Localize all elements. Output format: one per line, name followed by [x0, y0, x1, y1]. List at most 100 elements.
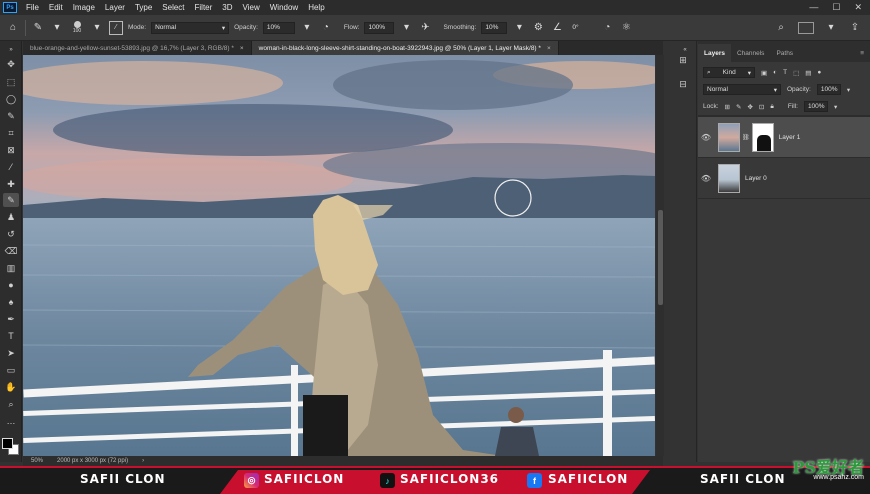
menu-layer[interactable]: Layer: [100, 3, 130, 12]
symmetry-icon[interactable]: ⚛: [619, 21, 633, 35]
filter-toggle-icon[interactable]: ●: [817, 69, 821, 76]
layer-thumbnail[interactable]: [718, 163, 740, 193]
brush-settings-icon[interactable]: ⁄: [109, 20, 123, 35]
share-icon[interactable]: ⇪: [848, 21, 862, 35]
fill-input[interactable]: 100%: [803, 101, 828, 112]
frame-tool-icon[interactable]: ⊠: [3, 143, 19, 157]
pressure-size-icon[interactable]: ◔: [600, 21, 614, 35]
tab-paths[interactable]: Paths: [770, 44, 799, 62]
gear-icon[interactable]: ⚙: [531, 21, 545, 35]
lock-all-icon[interactable]: 🔒︎: [770, 103, 773, 111]
menu-select[interactable]: Select: [157, 3, 189, 12]
scrollbar-thumb[interactable]: [658, 210, 663, 305]
foreground-color-swatch[interactable]: [2, 438, 13, 449]
lock-position-icon[interactable]: ✥: [747, 103, 752, 111]
visibility-eye-icon[interactable]: 👁︎: [698, 133, 714, 142]
airbrush-icon[interactable]: ✈: [418, 21, 432, 35]
rectangle-tool-icon[interactable]: ▭: [3, 363, 19, 377]
mode-select[interactable]: Normal ▾: [151, 21, 230, 34]
smoothing-input[interactable]: 10%: [481, 21, 508, 34]
crop-tool-icon[interactable]: ⌗: [3, 126, 19, 140]
tab-document-1[interactable]: blue-orange-and-yellow-sunset-53893.jpg …: [23, 41, 252, 55]
opacity-input[interactable]: 10%: [262, 21, 295, 34]
menu-type[interactable]: Type: [130, 3, 157, 12]
tab-document-2[interactable]: woman-in-black-long-sleeve-shirt-standin…: [251, 41, 559, 55]
menu-help[interactable]: Help: [303, 3, 329, 12]
brush-preset-picker[interactable]: 100: [69, 21, 85, 34]
brush-tool-icon[interactable]: ✎: [31, 21, 45, 35]
chevron-down-icon[interactable]: ▾: [399, 21, 413, 35]
angle-input[interactable]: 0°: [569, 22, 595, 34]
filter-shape-icon[interactable]: ⬚: [793, 69, 799, 77]
home-icon[interactable]: ⌂: [6, 21, 20, 35]
pen-tool-icon[interactable]: ✒: [3, 312, 19, 326]
brush-tool-icon[interactable]: ✎: [3, 193, 19, 207]
hand-tool-icon[interactable]: ✋: [3, 380, 19, 394]
menu-edit[interactable]: Edit: [44, 3, 68, 12]
close-icon[interactable]: ×: [240, 45, 244, 52]
tab-channels[interactable]: Channels: [731, 44, 770, 62]
close-icon[interactable]: ✕: [854, 2, 862, 13]
history-brush-tool-icon[interactable]: ↺: [3, 227, 19, 241]
layer-row-layer-1[interactable]: 👁︎ ⛓︎ Layer 1: [698, 117, 870, 158]
pressure-opacity-icon[interactable]: ◔: [319, 21, 333, 35]
document-canvas[interactable]: [23, 55, 655, 456]
layer-thumbnail[interactable]: [718, 122, 740, 152]
chevron-down-icon[interactable]: ▾: [90, 21, 104, 35]
menu-3d[interactable]: 3D: [217, 3, 237, 12]
lock-transparent-icon[interactable]: ⊞: [725, 103, 730, 111]
menu-image[interactable]: Image: [68, 3, 100, 12]
filter-smart-object-icon[interactable]: ▤: [805, 69, 811, 77]
move-tool-icon[interactable]: ✥: [3, 57, 19, 71]
chevron-down-icon[interactable]: ▾: [50, 21, 64, 35]
chevron-down-icon[interactable]: ▾: [834, 103, 837, 111]
visibility-eye-icon[interactable]: 👁︎: [698, 174, 714, 183]
zoom-level[interactable]: 50%: [31, 458, 43, 464]
lock-artboard-icon[interactable]: ⊡: [759, 103, 764, 111]
chevron-right-icon[interactable]: ›: [142, 458, 144, 464]
chevron-down-icon[interactable]: ▾: [512, 21, 526, 35]
maximize-icon[interactable]: ☐: [832, 2, 840, 13]
search-icon[interactable]: ⌕: [774, 21, 788, 35]
layer-row-layer-0[interactable]: 👁︎ Layer 0: [698, 158, 870, 199]
zoom-tool-icon[interactable]: ⌕: [3, 397, 19, 411]
layer-name[interactable]: Layer 0: [745, 175, 767, 182]
eraser-tool-icon[interactable]: ⌫: [3, 244, 19, 258]
tab-layers[interactable]: Layers: [698, 44, 731, 62]
menu-file[interactable]: File: [21, 3, 44, 12]
quick-selection-tool-icon[interactable]: ✎: [3, 109, 19, 123]
toolbox-collapse-icon[interactable]: »: [3, 43, 19, 57]
chevron-down-icon[interactable]: ▾: [847, 86, 850, 94]
type-tool-icon[interactable]: T: [3, 329, 19, 343]
lasso-tool-icon[interactable]: ◯: [3, 92, 19, 106]
gradient-tool-icon[interactable]: ▥: [3, 261, 19, 275]
blend-mode-select[interactable]: Normal ▾: [703, 84, 781, 95]
path-selection-tool-icon[interactable]: ➤: [3, 346, 19, 360]
marquee-tool-icon[interactable]: ⬚: [3, 75, 19, 89]
more-tools-icon[interactable]: …: [3, 414, 19, 428]
menu-filter[interactable]: Filter: [190, 3, 218, 12]
chevron-down-icon[interactable]: ▾: [300, 21, 314, 35]
eyedropper-tool-icon[interactable]: ⁄: [3, 160, 19, 174]
kind-filter-select[interactable]: ⌕ Kind ▾: [703, 67, 755, 78]
layer-opacity-input[interactable]: 100%: [816, 84, 841, 95]
clone-stamp-tool-icon[interactable]: ♟: [3, 210, 19, 224]
dodge-tool-icon[interactable]: ♠: [3, 295, 19, 309]
filter-pixel-icon[interactable]: ▣: [761, 69, 767, 77]
healing-brush-tool-icon[interactable]: ✚: [3, 177, 19, 191]
filter-type-icon[interactable]: T: [783, 69, 787, 76]
blur-tool-icon[interactable]: ●: [3, 278, 19, 292]
workspace-layout-icon[interactable]: [798, 21, 814, 34]
lock-image-icon[interactable]: ✎: [736, 103, 741, 111]
history-panel-icon[interactable]: ⊞: [675, 53, 691, 67]
filter-adjustment-icon[interactable]: ◐: [773, 69, 777, 76]
flow-input[interactable]: 100%: [364, 21, 395, 34]
layer-mask-thumbnail[interactable]: [751, 122, 774, 152]
properties-panel-icon[interactable]: ⊟: [675, 77, 691, 91]
layer-name[interactable]: Layer 1: [779, 134, 801, 141]
menu-view[interactable]: View: [238, 3, 265, 12]
panel-menu-icon[interactable]: ≡: [854, 44, 870, 62]
minimize-icon[interactable]: —: [809, 2, 818, 13]
link-icon[interactable]: ⛓︎: [742, 134, 750, 141]
menu-window[interactable]: Window: [265, 3, 303, 12]
